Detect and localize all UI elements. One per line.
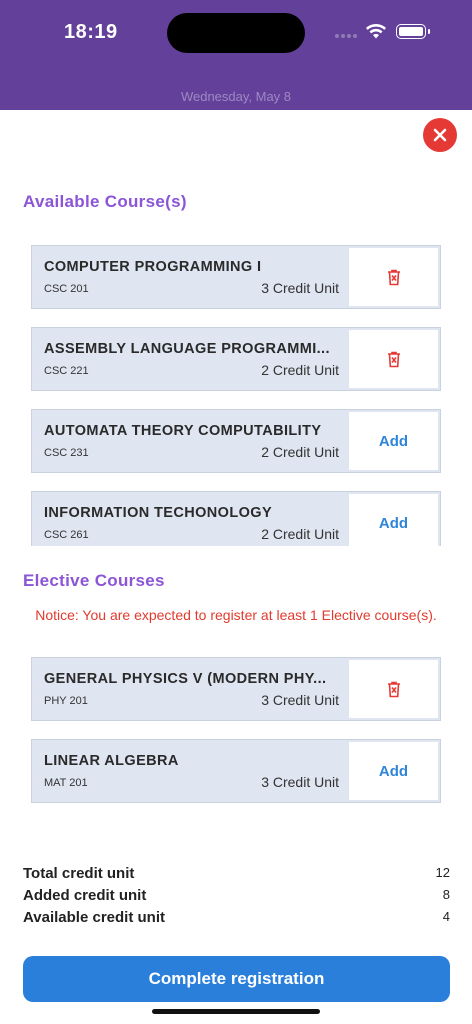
course-credit: 3 Credit Unit (261, 774, 339, 790)
course-credit: 3 Credit Unit (261, 280, 339, 296)
course-code: CSC 221 (44, 365, 89, 377)
course-code: CSC 201 (44, 283, 89, 295)
available-credit-value: 4 (442, 909, 450, 924)
total-credit-value: 12 (435, 865, 450, 880)
course-credit: 2 Credit Unit (261, 362, 339, 378)
elective-notice: Notice: You are expected to register at … (35, 607, 437, 623)
course-credit: 2 Credit Unit (261, 526, 339, 542)
course-card: LINEAR ALGEBRA MAT 201 3 Credit Unit Add (31, 739, 441, 803)
add-label: Add (378, 762, 409, 780)
available-credit-label: Available credit unit (23, 909, 165, 926)
home-indicator (152, 1009, 320, 1014)
course-code: PHY 201 (44, 695, 88, 707)
remove-course-button[interactable] (349, 330, 438, 388)
add-course-button[interactable]: Add (349, 494, 438, 546)
course-code: MAT 201 (44, 777, 88, 789)
course-card: AUTOMATA THEORY COMPUTABILITY CSC 231 2 … (31, 409, 441, 473)
course-name: AUTOMATA THEORY COMPUTABILITY (44, 423, 322, 439)
elective-courses-title: Elective Courses (23, 571, 165, 590)
trash-icon (387, 681, 400, 697)
summary-total-row: Total credit unit 12 (23, 865, 450, 882)
course-name: GENERAL PHYSICS V (MODERN PHY... (44, 671, 327, 687)
wifi-icon (366, 24, 386, 39)
course-code: CSC 231 (44, 447, 89, 459)
close-button[interactable] (423, 118, 457, 152)
status-time: 18:19 (64, 21, 118, 43)
course-card: GENERAL PHYSICS V (MODERN PHY... PHY 201… (31, 657, 441, 721)
course-credit: 3 Credit Unit (261, 692, 339, 708)
trash-icon (387, 351, 400, 367)
add-course-button[interactable]: Add (349, 412, 438, 470)
remove-course-button[interactable] (349, 248, 438, 306)
course-name: ASSEMBLY LANGUAGE PROGRAMMI... (44, 341, 330, 357)
available-courses-title: Available Course(s) (23, 192, 187, 211)
available-course-list[interactable]: COMPUTER PROGRAMMING I CSC 201 3 Credit … (0, 230, 472, 546)
added-credit-label: Added credit unit (23, 887, 147, 904)
status-bar: 18:19 Wednesday, May 8 (0, 0, 472, 110)
date-label: Wednesday, May 8 (180, 89, 292, 104)
summary-available-row: Available credit unit 4 (23, 909, 450, 926)
add-course-button[interactable]: Add (349, 742, 438, 800)
remove-course-button[interactable] (349, 660, 438, 718)
course-credit: 2 Credit Unit (261, 444, 339, 460)
trash-icon (387, 269, 400, 285)
complete-registration-button[interactable]: Complete registration (23, 956, 450, 1002)
course-name: LINEAR ALGEBRA (44, 753, 179, 769)
add-label: Add (378, 514, 409, 532)
course-card: COMPUTER PROGRAMMING I CSC 201 3 Credit … (31, 245, 441, 309)
course-name: COMPUTER PROGRAMMING I (44, 259, 262, 275)
course-name: INFORMATION TECHONOLOGY (44, 505, 273, 521)
course-card: INFORMATION TECHONOLOGY CSC 261 2 Credit… (31, 491, 441, 546)
course-card: ASSEMBLY LANGUAGE PROGRAMMI... CSC 221 2… (31, 327, 441, 391)
signal-icon (335, 34, 357, 38)
close-icon (433, 128, 447, 142)
add-label: Add (378, 432, 409, 450)
battery-icon (396, 24, 430, 39)
summary-added-row: Added credit unit 8 (23, 887, 450, 904)
total-credit-label: Total credit unit (23, 865, 135, 882)
course-code: CSC 261 (44, 529, 89, 541)
added-credit-value: 8 (442, 887, 450, 902)
dynamic-island (167, 13, 305, 53)
